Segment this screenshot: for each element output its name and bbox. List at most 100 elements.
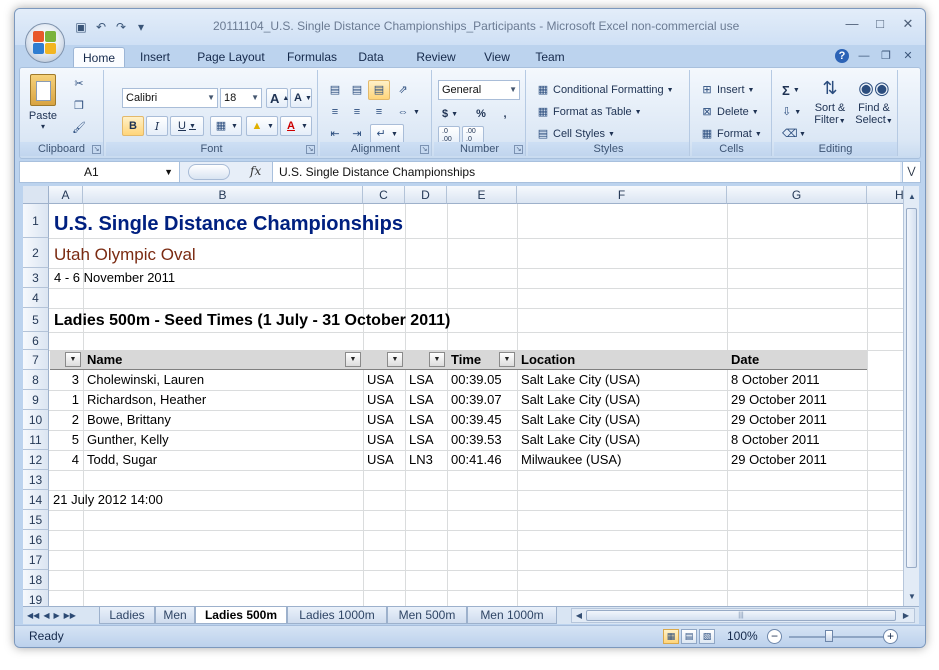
insert-cells-button[interactable]: ⊞ Insert ▼ [696, 80, 758, 100]
row-header-18[interactable]: 18 [23, 570, 49, 590]
cell-name[interactable]: Gunther, Kelly [84, 430, 169, 450]
row-header-10[interactable]: 10 [23, 410, 49, 430]
orientation-button[interactable]: ⇗ [392, 80, 418, 100]
font-name-select[interactable]: Calibri ▼ [122, 88, 218, 108]
tab-review[interactable]: Review [411, 47, 461, 67]
first-sheet-icon[interactable]: ◀◀ [27, 608, 39, 623]
help-icon[interactable]: ? [835, 49, 849, 63]
filter-dropdown-icon[interactable]: ▼ [65, 352, 81, 367]
align-center-button[interactable]: ≡ [346, 102, 368, 122]
filter-dropdown-icon[interactable]: ▼ [499, 352, 515, 367]
format-painter-button[interactable]: 🖌 [68, 118, 90, 138]
customize-toolbar-icon[interactable]: ▾ [133, 19, 149, 35]
copy-button[interactable]: ❐ [68, 96, 90, 116]
align-middle-button[interactable]: ▤ [346, 80, 368, 100]
increase-indent-button[interactable]: ⇥ [346, 124, 368, 144]
row-header-3[interactable]: 3 [23, 268, 49, 288]
delete-cells-button[interactable]: ⊠ Delete ▼ [696, 102, 763, 122]
cell-time[interactable]: 00:39.05 [448, 370, 502, 390]
cell-club[interactable]: LN3 [406, 450, 433, 470]
wrap-text-button[interactable]: ↵ ▼ [370, 124, 404, 144]
cell-date[interactable]: 29 October 2011 [728, 450, 827, 470]
cell-country[interactable]: USA [364, 450, 394, 470]
column-header-g[interactable]: G [727, 186, 867, 204]
tab-home[interactable]: Home [73, 47, 125, 67]
cell-styles-button[interactable]: ▤ Cell Styles ▼ [532, 124, 619, 144]
zoom-slider[interactable] [789, 636, 889, 638]
cell-name[interactable]: Richardson, Heather [84, 390, 206, 410]
scroll-left-icon[interactable]: ◀ [573, 609, 585, 622]
shrink-font-button[interactable]: A ▼ [290, 88, 312, 108]
zoom-out-button[interactable]: − [767, 629, 782, 644]
grow-font-button[interactable]: A ▲ [266, 88, 289, 108]
sheet-tab-ladies[interactable]: Ladies [99, 607, 155, 624]
select-all-corner[interactable] [23, 186, 49, 204]
filter-dropdown-icon[interactable]: ▼ [429, 352, 445, 367]
cell-location[interactable]: Milwaukee (USA) [518, 450, 621, 470]
italic-button[interactable]: I [146, 116, 168, 136]
font-size-select[interactable]: 18 ▼ [220, 88, 262, 108]
vertical-scroll-thumb[interactable] [906, 208, 917, 568]
cell-timestamp[interactable]: 21 July 2012 14:00 [50, 490, 163, 510]
align-bottom-button[interactable]: ▤ [368, 80, 390, 100]
clipboard-launcher-icon[interactable]: ↘ [92, 145, 101, 154]
horizontal-scrollbar[interactable]: ◀ ||| ▶ [571, 608, 915, 623]
prev-sheet-icon[interactable]: ◀ [43, 608, 49, 623]
sheet-title[interactable]: U.S. Single Distance Championships [51, 211, 403, 237]
filter-dropdown-icon[interactable]: ▼ [387, 352, 403, 367]
align-right-button[interactable]: ≡ [368, 102, 390, 122]
percent-button[interactable]: % [470, 104, 492, 124]
row-header-7[interactable]: 7 [23, 350, 49, 370]
sheet-tab-men-500m[interactable]: Men 500m [387, 607, 467, 624]
autosum-button[interactable]: Σ ▼ [778, 80, 804, 100]
worksheet-grid[interactable]: A B C D E F G H 1 2 3 4 5 6 7 8 9 10 11 … [23, 186, 903, 606]
redo-icon[interactable]: ↷ [113, 19, 129, 35]
workbook-minimize-icon[interactable]: — [857, 49, 871, 63]
row-header-5[interactable]: 5 [23, 308, 49, 332]
cell-time[interactable]: 00:39.53 [448, 430, 502, 450]
sort-filter-button[interactable]: ⇅ Sort & Filter▼ [810, 74, 850, 126]
scroll-up-icon[interactable]: ▲ [906, 190, 918, 204]
normal-view-icon[interactable]: ▦ [663, 629, 679, 644]
column-header-e[interactable]: E [447, 186, 517, 204]
cell-date[interactable]: 8 October 2011 [728, 430, 820, 450]
tab-team[interactable]: Team [529, 47, 571, 67]
column-header-f[interactable]: F [517, 186, 727, 204]
borders-button[interactable]: ▦ ▼ [210, 116, 242, 136]
sheet-tab-men[interactable]: Men [155, 607, 195, 624]
insert-function-button[interactable]: fx [250, 164, 261, 178]
page-break-view-icon[interactable]: ▧ [699, 629, 715, 644]
cell-country[interactable]: USA [364, 390, 394, 410]
row-header-2[interactable]: 2 [23, 238, 49, 268]
cell-seed[interactable]: 3 [50, 370, 83, 390]
font-launcher-icon[interactable]: ↘ [306, 145, 315, 154]
last-sheet-icon[interactable]: ▶▶ [64, 608, 76, 623]
paste-button[interactable]: Paste ▾ [24, 74, 62, 131]
column-header-h[interactable]: H [867, 186, 903, 204]
format-cells-button[interactable]: ▦ Format ▼ [696, 124, 766, 144]
cell-country[interactable]: USA [364, 430, 394, 450]
sheet-tab-men-1000m[interactable]: Men 1000m [467, 607, 557, 624]
row-header-11[interactable]: 11 [23, 430, 49, 450]
row-header-16[interactable]: 16 [23, 530, 49, 550]
save-icon[interactable]: ▣ [73, 19, 89, 35]
row-header-4[interactable]: 4 [23, 288, 49, 308]
tab-insert[interactable]: Insert [131, 47, 179, 67]
office-button[interactable] [25, 23, 65, 63]
maximize-button[interactable]: □ [869, 15, 891, 33]
minimize-button[interactable]: — [841, 15, 863, 33]
bold-button[interactable]: B [122, 116, 144, 136]
column-header-d[interactable]: D [405, 186, 447, 204]
cell-location[interactable]: Salt Lake City (USA) [518, 430, 640, 450]
cell-name[interactable]: Cholewinski, Lauren [84, 370, 204, 390]
cut-button[interactable]: ✂ [68, 74, 90, 94]
cell-country[interactable]: USA [364, 410, 394, 430]
cell-location[interactable]: Salt Lake City (USA) [518, 390, 640, 410]
cell-name[interactable]: Todd, Sugar [84, 450, 157, 470]
cell-location[interactable]: Salt Lake City (USA) [518, 370, 640, 390]
row-header-12[interactable]: 12 [23, 450, 49, 470]
sheet-dates[interactable]: 4 - 6 November 2011 [51, 268, 175, 288]
scroll-right-icon[interactable]: ▶ [900, 609, 912, 622]
cell-location[interactable]: Salt Lake City (USA) [518, 410, 640, 430]
tab-page-layout[interactable]: Page Layout [187, 47, 275, 67]
